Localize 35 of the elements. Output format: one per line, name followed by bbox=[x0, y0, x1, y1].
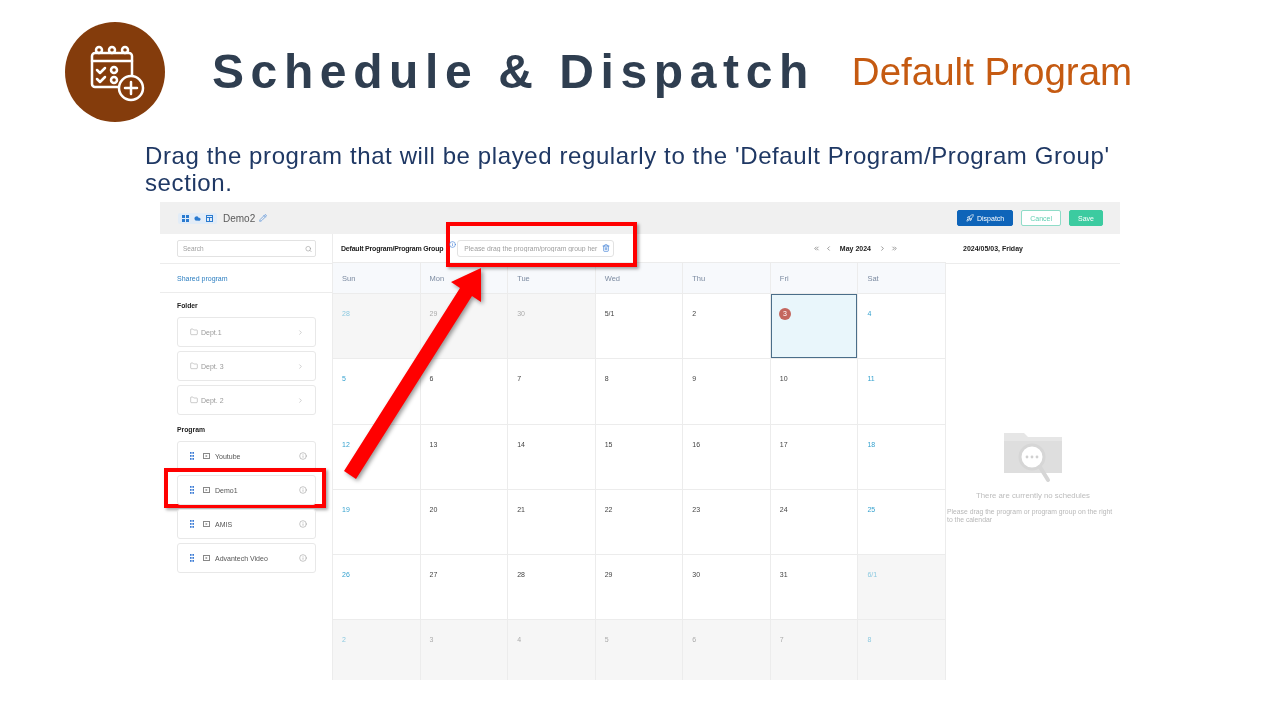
drag-handle-icon[interactable] bbox=[190, 554, 194, 562]
info-icon[interactable] bbox=[299, 486, 307, 494]
slide-title: Schedule & Dispatch bbox=[212, 44, 815, 100]
edit-icon[interactable] bbox=[259, 214, 268, 222]
folder-icon bbox=[190, 396, 198, 404]
chevron-left-icon[interactable] bbox=[824, 244, 832, 252]
chevron-right-icon bbox=[297, 328, 304, 336]
chevron-right-icon[interactable] bbox=[879, 244, 886, 252]
drag-handle-icon[interactable] bbox=[190, 486, 194, 494]
media-icon bbox=[203, 487, 210, 493]
info-icon[interactable] bbox=[299, 452, 307, 460]
double-chevron-left-icon[interactable] bbox=[812, 244, 820, 252]
slide-description: Drag the program that will be played regularly to the 'Default Program/Program Group' section. bbox=[145, 142, 1111, 196]
folder-icon bbox=[190, 362, 198, 370]
info-icon[interactable] bbox=[299, 554, 307, 562]
calendar-add-icon bbox=[65, 22, 165, 122]
info-icon bbox=[449, 240, 457, 248]
chevron-right-icon bbox=[297, 362, 304, 370]
drag-handle-icon[interactable] bbox=[190, 452, 194, 460]
drag-handle-icon[interactable] bbox=[190, 520, 194, 528]
media-icon bbox=[203, 555, 210, 561]
media-icon bbox=[203, 453, 210, 459]
media-icon bbox=[203, 521, 210, 527]
double-chevron-right-icon[interactable] bbox=[891, 244, 898, 252]
slide-subtitle: Default Program bbox=[851, 49, 1133, 95]
rocket-icon bbox=[966, 214, 974, 222]
chevron-right-icon bbox=[297, 396, 304, 404]
cloud-icon bbox=[194, 214, 201, 222]
grid-squares-icon bbox=[182, 214, 189, 222]
info-icon[interactable] bbox=[299, 520, 307, 528]
search-icon bbox=[305, 245, 312, 252]
trash-icon[interactable] bbox=[602, 244, 611, 252]
schedule-name: Demo2 bbox=[223, 212, 256, 224]
folder-icon bbox=[190, 328, 198, 336]
window-icon bbox=[206, 214, 213, 222]
